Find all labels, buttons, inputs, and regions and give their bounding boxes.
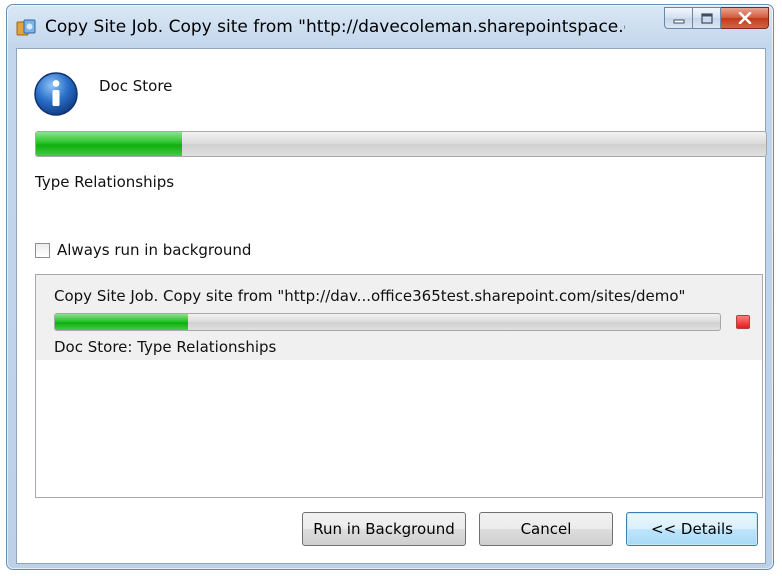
job-progress-bar bbox=[54, 313, 721, 331]
app-icon bbox=[16, 19, 36, 37]
title-bar[interactable]: Copy Site Job. Copy site from "http://da… bbox=[7, 5, 773, 49]
list-item[interactable]: Copy Site Job. Copy site from "http://da… bbox=[36, 275, 762, 360]
dialog-content: Doc Store Type Relationships Always run … bbox=[16, 48, 767, 564]
always-background-checkbox[interactable] bbox=[35, 242, 50, 258]
minimize-icon bbox=[673, 9, 685, 28]
always-background-option[interactable]: Always run in background bbox=[35, 241, 251, 259]
copy-site-dialog: Copy Site Job. Copy site from "http://da… bbox=[6, 4, 774, 570]
close-button[interactable] bbox=[721, 7, 769, 29]
job-description: Copy Site Job. Copy site from "http://da… bbox=[54, 287, 686, 305]
main-progress-fill bbox=[36, 132, 182, 156]
job-name: Doc Store bbox=[99, 77, 173, 95]
maximize-icon bbox=[700, 9, 713, 28]
current-step-label: Type Relationships bbox=[35, 173, 175, 191]
job-status: Doc Store: Type Relationships bbox=[54, 338, 277, 356]
close-icon bbox=[738, 9, 752, 28]
details-button[interactable]: << Details bbox=[626, 512, 758, 546]
run-in-background-button[interactable]: Run in Background bbox=[302, 512, 466, 546]
caption-buttons bbox=[664, 7, 769, 31]
job-progress-fill bbox=[55, 314, 188, 330]
info-icon bbox=[33, 71, 79, 117]
minimize-button[interactable] bbox=[664, 7, 693, 29]
always-background-label[interactable]: Always run in background bbox=[57, 241, 251, 259]
maximize-button[interactable] bbox=[693, 7, 721, 29]
cancel-button[interactable]: Cancel bbox=[479, 512, 613, 546]
window-title: Copy Site Job. Copy site from "http://da… bbox=[45, 17, 625, 37]
jobs-list: Copy Site Job. Copy site from "http://da… bbox=[35, 274, 763, 498]
stop-icon[interactable] bbox=[736, 315, 750, 329]
main-progress-bar bbox=[35, 131, 767, 157]
